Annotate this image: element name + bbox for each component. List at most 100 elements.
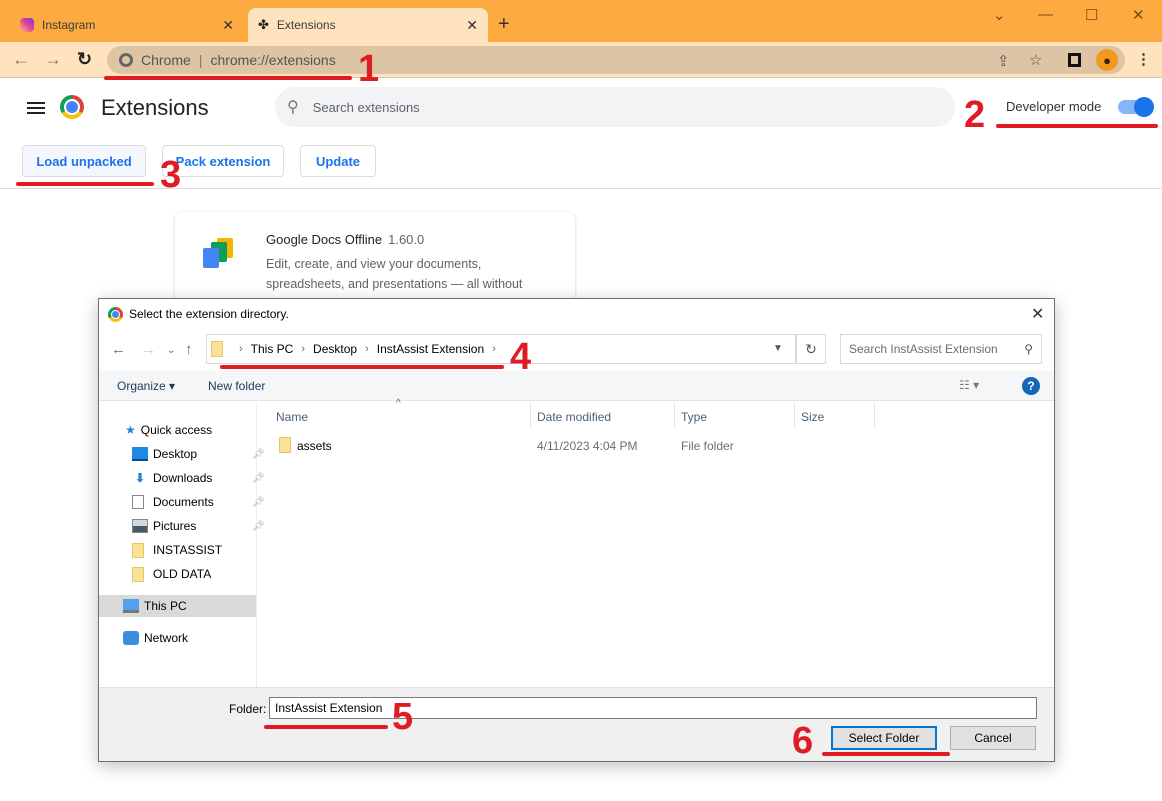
breadcrumb-instassist[interactable]: InstAssist Extension [377,342,484,356]
documents-icon [132,495,144,509]
url-text: chrome://extensions [210,52,336,68]
select-folder-button[interactable]: Select Folder [831,726,937,750]
recent-locations-icon[interactable]: ⌄ [167,345,175,356]
breadcrumb-this-pc[interactable]: This PC [251,342,294,356]
tab-strip: Instagram ✕ ✤ Extensions ✕ + ⌄ — ☐ ✕ [0,0,1162,42]
omnibox-divider: | [198,52,203,68]
command-bar: Organize ▾ New folder ☷ ▾ ? [99,371,1054,401]
folder-name-input[interactable] [269,697,1037,719]
tab-extensions[interactable]: ✤ Extensions ✕ [248,8,488,42]
column-divider[interactable] [794,402,795,428]
column-header-name[interactable]: Name [276,410,308,424]
annotation-underline [822,752,950,756]
star-icon: ★ [125,423,136,437]
file-row[interactable]: assets 4/11/2023 4:04 PM File folder [259,435,959,457]
close-tab-icon[interactable]: ✕ [222,17,234,34]
folder-search-input[interactable]: Search InstAssist Extension ⚲ [840,334,1042,364]
nav-pictures[interactable]: Pictures 📌︎ [132,515,265,537]
bookmark-star-icon[interactable]: ☆ [1029,51,1042,69]
folder-icon [211,341,223,357]
nav-desktop[interactable]: Desktop 📌︎ [132,443,265,465]
address-bar[interactable]: Chrome | chrome://extensions ⇪ ☆ [107,46,1125,74]
load-unpacked-button[interactable]: Load unpacked [22,145,146,177]
profile-avatar-icon[interactable]: ● [1096,49,1118,71]
column-header-type[interactable]: Type [681,410,707,424]
annotation-underline [996,124,1158,128]
file-name: assets [297,439,332,453]
forward-button[interactable]: → [44,49,62,70]
help-icon[interactable]: ? [1022,377,1040,395]
annotation-number: 4 [510,336,532,378]
nav-label: Desktop [153,447,198,461]
extension-name-text: Google Docs Offline [266,232,383,247]
chrome-logo-icon [60,95,84,119]
chevron-right-icon: › [492,343,496,355]
tab-search-icon[interactable]: ⌄ [993,6,1006,24]
search-extensions-input[interactable]: ⚲ Search extensions [275,87,955,127]
column-header-date[interactable]: Date modified [537,410,611,424]
nav-network[interactable]: Network [123,627,188,649]
download-arrow-icon: ⬇ [134,471,146,485]
browser-toolbar: ← → ↻ Chrome | chrome://extensions ⇪ ☆ ●… [0,42,1162,78]
annotation-number: 2 [964,94,986,136]
nav-label: Quick access [140,423,213,437]
forward-icon[interactable]: → [141,341,156,358]
new-tab-button[interactable]: + [498,13,510,36]
nav-old-data[interactable]: OLD DATA [132,563,211,585]
up-folder-icon[interactable]: ↑ [185,341,193,358]
nav-documents[interactable]: Documents 📌︎ [132,491,265,513]
column-divider[interactable] [874,402,875,428]
breadcrumb[interactable]: › This PC › Desktop › InstAssist Extensi… [206,334,796,364]
tab-instagram[interactable]: Instagram ✕ [12,8,244,42]
update-button[interactable]: Update [300,145,376,177]
minimize-button[interactable]: — [1038,6,1053,23]
search-placeholder: Search extensions [312,99,420,115]
computer-icon [123,599,139,613]
column-divider[interactable] [530,402,531,428]
dialog-close-button[interactable]: ✕ [1031,304,1044,324]
folder-icon [132,566,144,582]
toggle-knob [1134,97,1154,117]
annotation-number: 1 [358,48,380,90]
nav-this-pc[interactable]: This PC [99,595,256,617]
developer-mode-toggle[interactable] [1118,97,1154,117]
refresh-icon[interactable]: ↻ [796,334,826,364]
nav-instassist[interactable]: INSTASSIST [132,539,222,561]
cancel-button[interactable]: Cancel [950,726,1036,750]
nav-label: Network [144,631,189,645]
developer-mode-label: Developer mode [1006,99,1102,114]
sort-ascending-icon: ^ [396,398,401,409]
close-tab-icon[interactable]: ✕ [466,17,478,34]
address-dropdown-icon[interactable]: ▼ [773,343,783,354]
annotation-number: 3 [160,154,182,196]
nav-quick-access[interactable]: ★ Quick access [125,419,212,441]
file-list: ^ Name Date modified Type Size assets 4/… [259,398,1054,687]
navigation-pane: ★ Quick access Desktop 📌︎ ⬇ Downloads 📌︎… [99,402,265,687]
more-menu-icon[interactable]: ⋮ [1136,50,1151,68]
side-panel-icon[interactable] [1068,53,1081,67]
folder-label: Folder: [229,702,267,716]
chrome-site-icon [119,53,133,67]
annotation-underline [264,725,388,729]
new-folder-button[interactable]: New folder [208,379,265,393]
instagram-icon [20,18,34,32]
organize-button[interactable]: Organize ▾ [117,379,175,393]
reload-button[interactable]: ↻ [77,49,92,70]
breadcrumb-desktop[interactable]: Desktop [313,342,357,356]
dialog-footer: Folder: Select Folder Cancel [99,687,1054,761]
column-divider[interactable] [674,402,675,428]
back-icon[interactable]: ← [111,341,126,358]
share-icon[interactable]: ⇪ [997,52,1010,70]
close-window-button[interactable]: ✕ [1132,6,1145,24]
back-button[interactable]: ← [12,49,30,70]
network-icon [123,631,139,645]
view-options-icon[interactable]: ☷ ▾ [959,378,979,392]
maximize-button[interactable]: ☐ [1085,6,1098,24]
hamburger-menu-icon[interactable] [27,99,45,117]
chevron-right-icon: › [239,343,243,355]
chevron-right-icon: › [365,343,369,355]
nav-downloads[interactable]: ⬇ Downloads 📌︎ [132,467,265,489]
nav-label: This PC [144,599,187,613]
column-header-size[interactable]: Size [801,410,824,424]
chevron-right-icon: › [301,343,306,355]
